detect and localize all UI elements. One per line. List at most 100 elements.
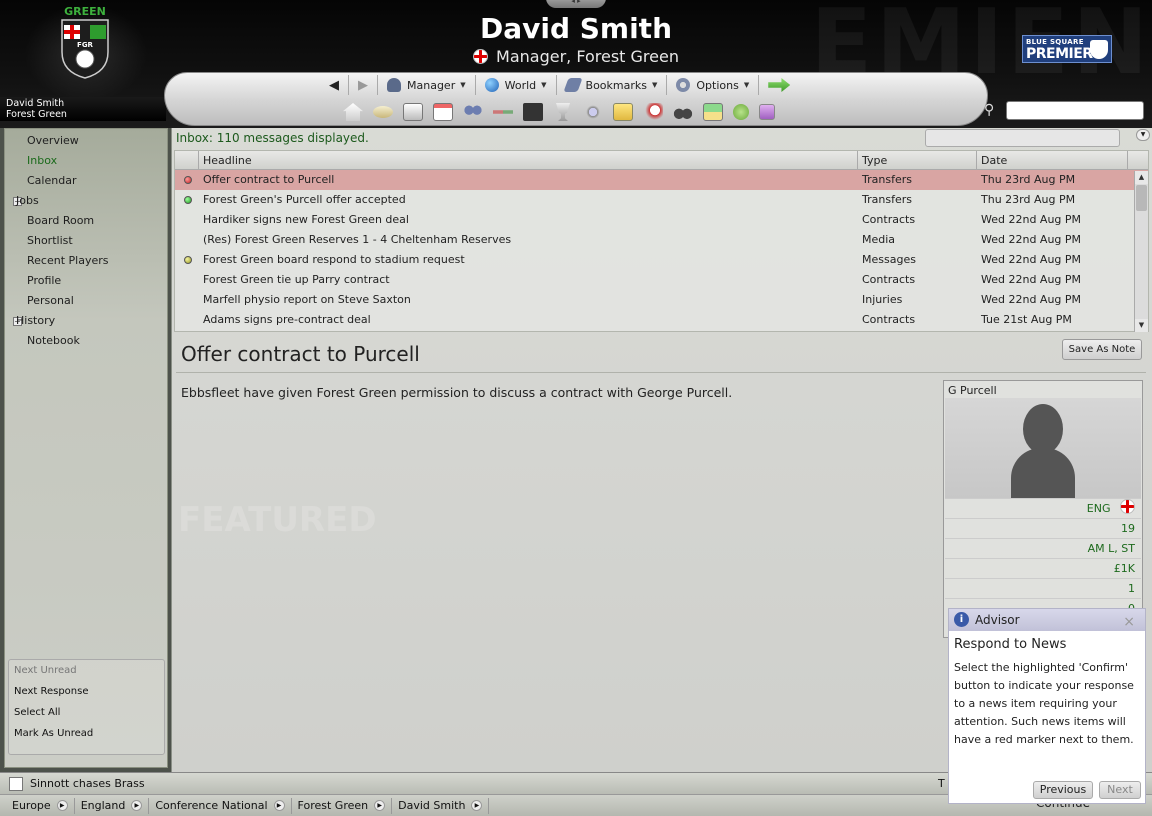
sidebar-item-label: Shortlist [27, 234, 73, 247]
save-as-note-button[interactable]: Save As Note [1062, 339, 1142, 360]
calendar-icon[interactable] [433, 103, 453, 121]
scroll-up-icon[interactable]: ▲ [1135, 171, 1148, 184]
scrollbar-thumb[interactable] [1136, 185, 1147, 211]
sidebar-item-label: Notebook [27, 334, 80, 347]
table-row[interactable]: Adams signs pre-contract deal Contracts Tu… [175, 310, 1148, 330]
bookmarks-menu[interactable]: Bookmarks ▼ [557, 75, 668, 95]
table-row[interactable]: Offer contract to Purcell Transfers Thu 23… [175, 170, 1148, 190]
trophy-icon[interactable] [556, 103, 570, 121]
forward-button[interactable]: ▶ [349, 75, 378, 95]
advisor-header: i Advisor × [949, 609, 1145, 631]
row-marker [175, 270, 199, 290]
sidebar-item-jobs[interactable]: + Jobs [5, 191, 167, 211]
sidebar-item-calendar[interactable]: Calendar [5, 171, 167, 191]
chevron-right-icon[interactable]: ▶ [273, 800, 285, 811]
fixtures-icon[interactable] [703, 103, 723, 121]
news-ticker-text[interactable]: Sinnott chases Brass [30, 773, 145, 794]
sidebar-item-overview[interactable]: Overview [5, 131, 167, 151]
sidebar-item-label: Board Room [27, 214, 95, 227]
row-date: Thu 23rd Aug PM [981, 173, 1076, 186]
mark-as-unread-button[interactable]: Mark As Unread [9, 723, 164, 744]
breadcrumb-conference-national[interactable]: Conference National ▶ [149, 797, 292, 814]
staff-icon[interactable] [463, 103, 483, 121]
home-icon[interactable] [343, 103, 363, 121]
manager-role: Manager, Forest Green [0, 47, 1152, 66]
row-headline: (Res) Forest Green Reserves 1 - 4 Chelte… [203, 233, 512, 246]
inbox-filter-input[interactable] [925, 129, 1120, 147]
chevron-right-icon[interactable]: ▶ [131, 800, 143, 811]
chevron-right-icon[interactable]: ▶ [374, 800, 386, 811]
player-silhouette-icon [945, 398, 1141, 498]
sidebar-item-personal[interactable]: Personal [5, 291, 167, 311]
sidebar-item-profile[interactable]: Profile [5, 271, 167, 291]
red-marker-icon [184, 176, 192, 184]
chevron-right-icon[interactable]: ▶ [56, 800, 68, 811]
select-all-button[interactable]: Select All [9, 702, 164, 723]
column-header-type[interactable]: Type [858, 151, 977, 169]
sidebar-item-notebook[interactable]: Notebook [5, 331, 167, 351]
table-row[interactable]: Forest Green's Purcell offer accepted Tra… [175, 190, 1148, 210]
column-header-date[interactable]: Date [977, 151, 1128, 169]
message-body: Ebbsfleet have given Forest Green permis… [181, 385, 733, 400]
player-name[interactable]: G Purcell [948, 384, 997, 397]
match-icon[interactable] [643, 103, 663, 121]
binoculars-icon[interactable] [673, 103, 693, 121]
table-row[interactable]: Marfell physio report on Steve Saxton Inj… [175, 290, 1148, 310]
row-headline: Forest Green's Purcell offer accepted [203, 193, 406, 206]
column-header-headline[interactable]: Headline [199, 151, 858, 169]
row-headline: Forest Green board respond to stadium re… [203, 253, 465, 266]
column-header-marker[interactable] [175, 151, 199, 169]
chevron-right-icon[interactable]: ▶ [471, 800, 483, 811]
table-row[interactable]: Forest Green board respond to stadium re… [175, 250, 1148, 270]
squad-icon[interactable] [373, 106, 393, 118]
row-marker [175, 310, 199, 330]
world-menu[interactable]: World ▼ [476, 75, 557, 95]
tactics-icon[interactable] [403, 103, 423, 121]
help-icon[interactable] [733, 104, 749, 120]
finances-icon[interactable] [523, 103, 543, 121]
global-search-input[interactable] [1006, 101, 1144, 120]
message-title: Offer contract to Purcell [181, 342, 420, 366]
scouting-icon[interactable] [583, 103, 603, 121]
table-row[interactable]: Hardiker signs new Forest Green deal Cont… [175, 210, 1148, 230]
sidebar-item-history[interactable]: + History [5, 311, 167, 331]
scroll-down-icon[interactable]: ▼ [1135, 319, 1148, 332]
breadcrumb-europe[interactable]: Europe ▶ [6, 797, 75, 814]
advisor-previous-button[interactable]: Previous [1033, 781, 1093, 799]
window-handle[interactable]: ◂ ▸ [546, 0, 606, 8]
table-row[interactable]: (Res) Forest Green Reserves 1 - 4 Chelte… [175, 230, 1148, 250]
breadcrumb-label: Conference National [155, 799, 268, 812]
breadcrumb-label: Forest Green [297, 799, 369, 812]
player-card[interactable]: G Purcell ENG 19 AM L, ST £1K 1 0 [943, 380, 1143, 638]
breadcrumb-david-smith[interactable]: David Smith ▶ [392, 797, 490, 814]
sidebar-menu: Overview Inbox Calendar + Jobs Board Room… [5, 129, 167, 351]
sidebar-item-recent-players[interactable]: Recent Players [5, 251, 167, 271]
manager-menu[interactable]: Manager ▼ [378, 75, 476, 95]
sidebar-item-inbox[interactable]: Inbox [5, 151, 167, 171]
league-shield-icon [1090, 40, 1108, 59]
message-scrollbar[interactable]: ▲ ▼ [1134, 171, 1148, 332]
message-table: Headline Type Date Offer contract to Pur… [174, 150, 1149, 332]
sidebar-item-board-room[interactable]: Board Room [5, 211, 167, 231]
sidebar-item-shortlist[interactable]: Shortlist [5, 231, 167, 251]
next-unread-button[interactable]: Next Unread [9, 660, 164, 681]
sidebar-item-label: Personal [27, 294, 74, 307]
go-button[interactable] [759, 75, 799, 95]
row-type: Contracts [862, 313, 916, 326]
options-menu[interactable]: Options ▼ [667, 75, 760, 95]
chevron-down-icon[interactable]: ▼ [1136, 129, 1150, 141]
next-response-button[interactable]: Next Response [9, 681, 164, 702]
unknown-help-icon[interactable] [759, 104, 775, 120]
transfers-icon[interactable] [493, 110, 513, 114]
breadcrumb-forest-green[interactable]: Forest Green ▶ [292, 797, 393, 814]
back-button[interactable]: ◀ [320, 75, 349, 95]
advisor-next-button[interactable]: Next [1099, 781, 1141, 799]
row-type: Transfers [862, 173, 912, 186]
league-logo-big: PREMIER [1026, 46, 1093, 62]
table-row[interactable]: Forest Green tie up Parry contract Contra… [175, 270, 1148, 290]
close-icon[interactable]: × [1123, 611, 1135, 633]
manager-name: David Smith [479, 12, 673, 45]
england-flag-icon [1120, 499, 1135, 514]
notes-icon[interactable] [613, 103, 633, 121]
breadcrumb-england[interactable]: England ▶ [75, 797, 150, 814]
